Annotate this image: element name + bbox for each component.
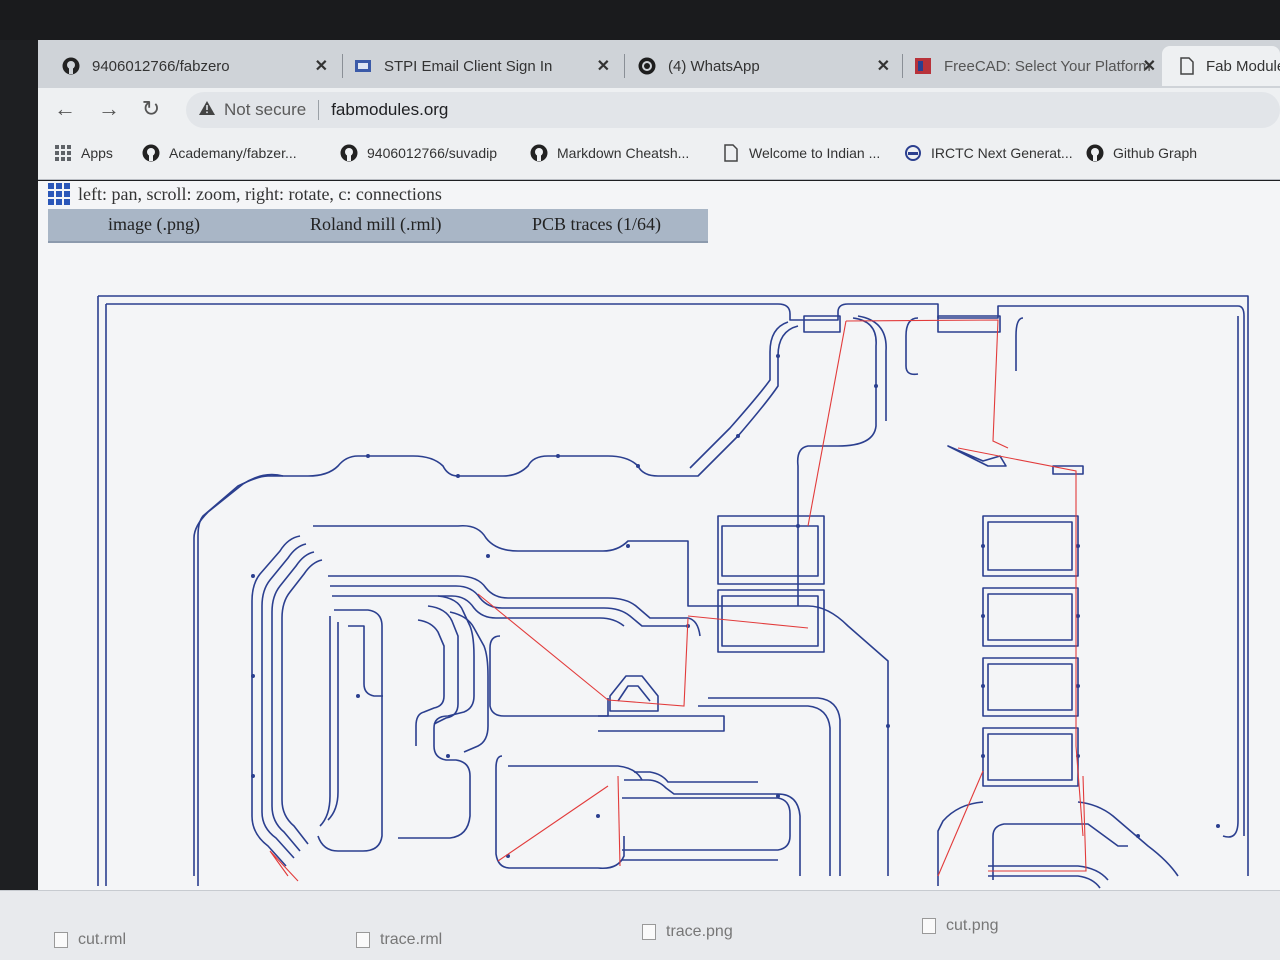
page-icon xyxy=(1180,57,1194,75)
github-icon xyxy=(1086,144,1104,162)
bookmark-label: Markdown Cheatsh... xyxy=(557,145,690,161)
bookmark-suvadip[interactable]: 9406012766/suvadip xyxy=(340,144,497,162)
page-icon xyxy=(722,144,740,162)
bookmark-welcome-indian[interactable]: Welcome to Indian ... xyxy=(722,144,880,162)
page-content: left: pan, scroll: zoom, right: rotate, … xyxy=(38,181,1280,890)
address-bar[interactable]: Not secure fabmodules.org xyxy=(186,92,1280,128)
menu-image-png[interactable]: image (.png) xyxy=(108,214,200,235)
back-arrow-icon[interactable]: ← xyxy=(50,94,80,124)
warning-triangle-icon[interactable] xyxy=(198,100,216,121)
tab-title: (4) WhatsApp xyxy=(668,57,760,75)
bookmark-label: IRCTC Next Generat... xyxy=(931,145,1073,161)
github-icon xyxy=(62,57,80,75)
module-menubar: image (.png) Roland mill (.rml) PCB trac… xyxy=(48,209,708,243)
download-cut-png[interactable]: cut.png xyxy=(922,917,998,935)
close-icon[interactable]: ✕ xyxy=(877,56,890,76)
tab-title: FreeCAD: Select Your Platform xyxy=(944,57,1151,75)
omnibox-divider xyxy=(318,100,320,120)
file-icon xyxy=(356,932,370,948)
bookmark-github-graph[interactable]: Github Graph xyxy=(1086,144,1197,162)
tab-strip: 9406012766/fabzero ✕ STPI Email Client S… xyxy=(38,40,1280,88)
github-icon xyxy=(530,144,548,162)
bookmark-apps[interactable]: Apps xyxy=(54,144,113,162)
security-status[interactable]: Not secure xyxy=(224,100,306,120)
tab-whatsapp[interactable]: (4) WhatsApp ✕ xyxy=(614,46,900,86)
download-filename: cut.png xyxy=(946,917,999,934)
instructions-text: left: pan, scroll: zoom, right: rotate, … xyxy=(78,183,442,204)
bookmark-label: Apps xyxy=(81,145,113,161)
reload-icon[interactable]: ↻ xyxy=(136,94,166,124)
forward-arrow-icon[interactable]: → xyxy=(94,94,124,124)
image-file-icon xyxy=(922,918,936,934)
connection-lines xyxy=(269,319,1087,882)
bookmark-irctc[interactable]: IRCTC Next Generat... xyxy=(904,144,1073,162)
image-file-icon xyxy=(642,924,656,940)
bookmark-label: Academany/fabzer... xyxy=(169,145,297,161)
file-icon xyxy=(54,932,68,948)
download-filename: cut.rml xyxy=(78,931,126,948)
github-icon xyxy=(142,144,160,162)
screen-bezel xyxy=(0,0,1280,40)
instructions: left: pan, scroll: zoom, right: rotate, … xyxy=(48,183,442,205)
irctc-icon xyxy=(904,144,922,162)
toolpath-canvas[interactable] xyxy=(38,276,1280,890)
menu-roland-mill[interactable]: Roland mill (.rml) xyxy=(310,214,441,235)
tab-title: STPI Email Client Sign In xyxy=(384,57,553,75)
stpi-icon xyxy=(354,57,372,75)
tab-stpi[interactable]: STPI Email Client Sign In ✕ xyxy=(330,46,620,86)
menu-pcb-traces[interactable]: PCB traces (1/64) xyxy=(532,214,661,235)
url-text[interactable]: fabmodules.org xyxy=(331,100,448,120)
bookmark-label: Welcome to Indian ... xyxy=(749,145,881,161)
download-filename: trace.rml xyxy=(380,931,443,948)
fab-menu-icon[interactable] xyxy=(48,183,72,205)
download-filename: trace.png xyxy=(666,923,733,940)
browser-toolbar: ← → ↻ Not secure fabmodules.org xyxy=(38,88,1280,132)
close-icon[interactable]: ✕ xyxy=(315,56,328,76)
freecad-icon xyxy=(914,57,932,75)
bookmark-label: Github Graph xyxy=(1113,145,1198,161)
downloads-bar: cut.rml trace.rml trace.png cut.png xyxy=(0,890,1280,960)
bookmark-label: 9406012766/suvadip xyxy=(367,145,498,161)
github-icon xyxy=(340,144,358,162)
bookmarks-bar: Apps Academany/fabzer... 9406012766/suva… xyxy=(38,132,1280,180)
download-cut-rml[interactable]: cut.rml xyxy=(54,931,126,949)
tab-fab-modules[interactable]: Fab Module xyxy=(1162,46,1280,86)
tab-title: Fab Module xyxy=(1206,57,1280,75)
toolpath-svg xyxy=(97,295,1249,889)
tab-fabzero[interactable]: 9406012766/fabzero ✕ xyxy=(38,46,338,86)
download-trace-rml[interactable]: trace.rml xyxy=(356,931,442,949)
download-trace-png[interactable]: trace.png xyxy=(642,923,733,941)
board-outline-inner xyxy=(106,303,1245,836)
apps-grid-icon xyxy=(54,144,72,162)
close-icon[interactable]: ✕ xyxy=(597,56,610,76)
bookmark-academany[interactable]: Academany/fabzer... xyxy=(142,144,297,162)
whatsapp-icon xyxy=(638,57,656,75)
close-icon[interactable]: ✕ xyxy=(1143,56,1156,76)
bookmark-markdown[interactable]: Markdown Cheatsh... xyxy=(530,144,689,162)
tab-freecad[interactable]: FreeCAD: Select Your Platform ✕ xyxy=(890,46,1166,86)
tab-title: 9406012766/fabzero xyxy=(92,57,230,75)
